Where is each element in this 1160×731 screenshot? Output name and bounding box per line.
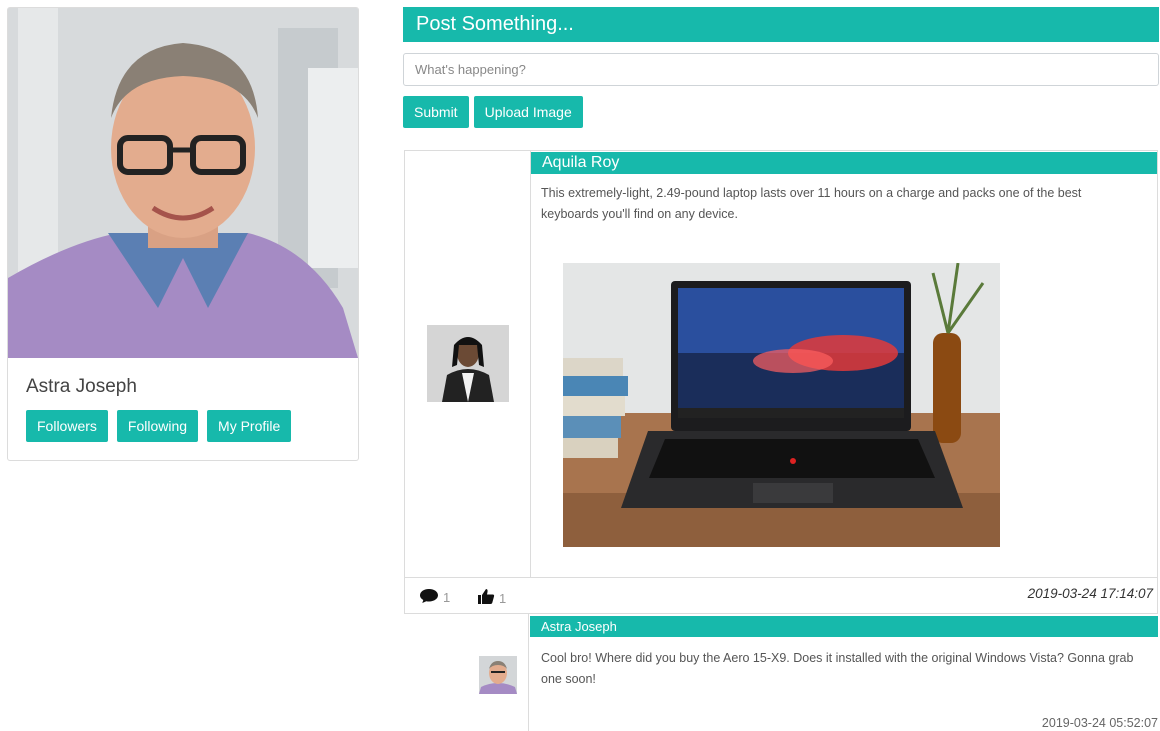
comment-text: Cool bro! Where did you buy the Aero 15-… bbox=[541, 651, 1134, 686]
post-timestamp: 2019-03-24 17:14:07 bbox=[1027, 586, 1153, 601]
post-form-buttons: Submit Upload Image bbox=[403, 96, 583, 128]
comment-action[interactable]: 1 bbox=[419, 588, 450, 607]
like-action[interactable]: 1 bbox=[477, 588, 506, 608]
following-button[interactable]: Following bbox=[116, 410, 199, 442]
profile-card: Astra Joseph Followers Following My Prof… bbox=[7, 7, 359, 461]
post-form-header: Post Something... bbox=[403, 7, 1159, 42]
followers-button[interactable]: Followers bbox=[26, 410, 108, 442]
thumbs-up-icon bbox=[477, 588, 495, 608]
comment-count: 1 bbox=[443, 590, 451, 605]
post-input[interactable] bbox=[403, 53, 1159, 86]
post-card: Aquila Roy This extremely-light, 2.49-po… bbox=[404, 150, 1158, 614]
profile-buttons: Followers Following My Profile bbox=[26, 410, 292, 442]
comment-author-column bbox=[404, 614, 529, 731]
like-count: 1 bbox=[499, 590, 507, 606]
submit-button[interactable]: Submit bbox=[403, 96, 469, 128]
post-author-column bbox=[405, 151, 531, 577]
upload-image-button[interactable]: Upload Image bbox=[473, 96, 583, 128]
profile-photo bbox=[8, 8, 358, 358]
comment-avatar[interactable] bbox=[479, 656, 517, 694]
post-author-name[interactable]: Aquila Roy bbox=[531, 152, 1157, 174]
post-footer: 1 1 2019-03-24 17:14:07 bbox=[405, 577, 1157, 614]
post-image bbox=[563, 263, 1000, 547]
comment-timestamp: 2019-03-24 05:52:07 bbox=[1041, 716, 1158, 730]
post-text: This extremely-light, 2.49-pound laptop … bbox=[541, 186, 1082, 221]
my-profile-button[interactable]: My Profile bbox=[207, 410, 292, 442]
profile-name: Astra Joseph bbox=[26, 376, 137, 397]
comment-icon bbox=[419, 588, 439, 607]
author-avatar[interactable] bbox=[427, 325, 509, 402]
comment-author-name[interactable]: Astra Joseph bbox=[530, 616, 1158, 637]
